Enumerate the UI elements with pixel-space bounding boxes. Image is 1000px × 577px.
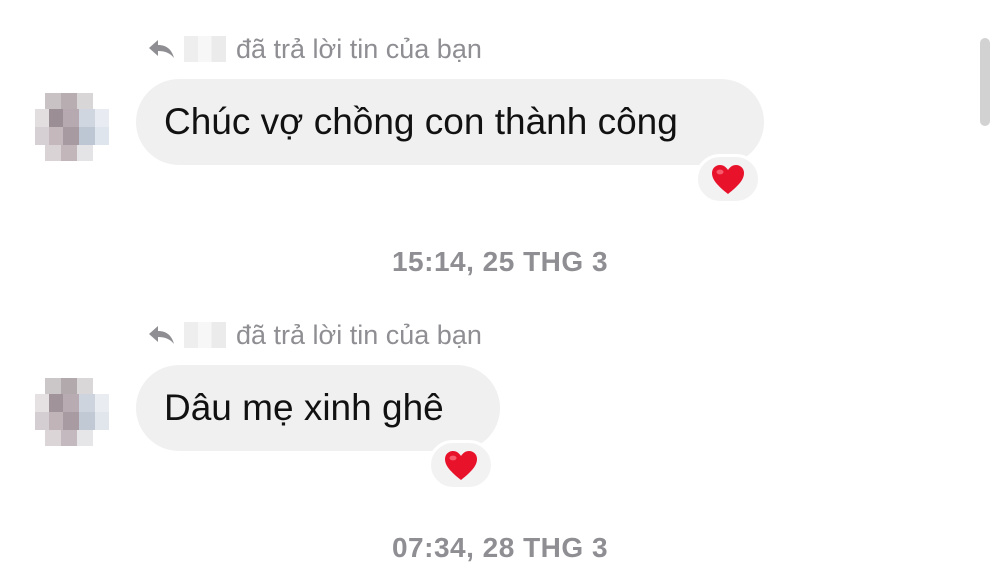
blurred-username [184,36,226,62]
pixelated-avatar-image [35,89,109,163]
avatar[interactable] [35,374,109,448]
blurred-username [184,322,226,348]
message-text: Chúc vợ chồng con thành công [164,101,678,142]
red-heart-icon [712,164,744,194]
red-heart-icon [445,450,477,480]
reply-header: đã trả lời tin của bạn [146,318,482,352]
pixelated-avatar-image [35,374,109,448]
timestamp: 07:34, 28 THG 3 [391,532,609,563]
scrollbar-thumb[interactable] [980,38,990,126]
reaction-badge[interactable] [695,154,761,204]
reply-arrow-icon [149,40,174,58]
reply-label: đã trả lời tin của bạn [236,319,482,350]
chat-thread: đã trả lời tin của bạn Chúc vợ chồng con… [0,0,1000,577]
avatar[interactable] [35,89,109,163]
timestamp: 15:14, 25 THG 3 [391,246,609,277]
reaction-badge[interactable] [428,440,494,490]
reply-label: đã trả lời tin của bạn [236,33,482,64]
message-bubble[interactable]: Dâu mẹ xinh ghê [136,365,500,451]
reply-header: đã trả lời tin của bạn [146,32,482,66]
reply-arrow-icon [149,326,174,344]
message-bubble[interactable]: Chúc vợ chồng con thành công [136,79,764,165]
message-text: Dâu mẹ xinh ghê [164,387,444,428]
